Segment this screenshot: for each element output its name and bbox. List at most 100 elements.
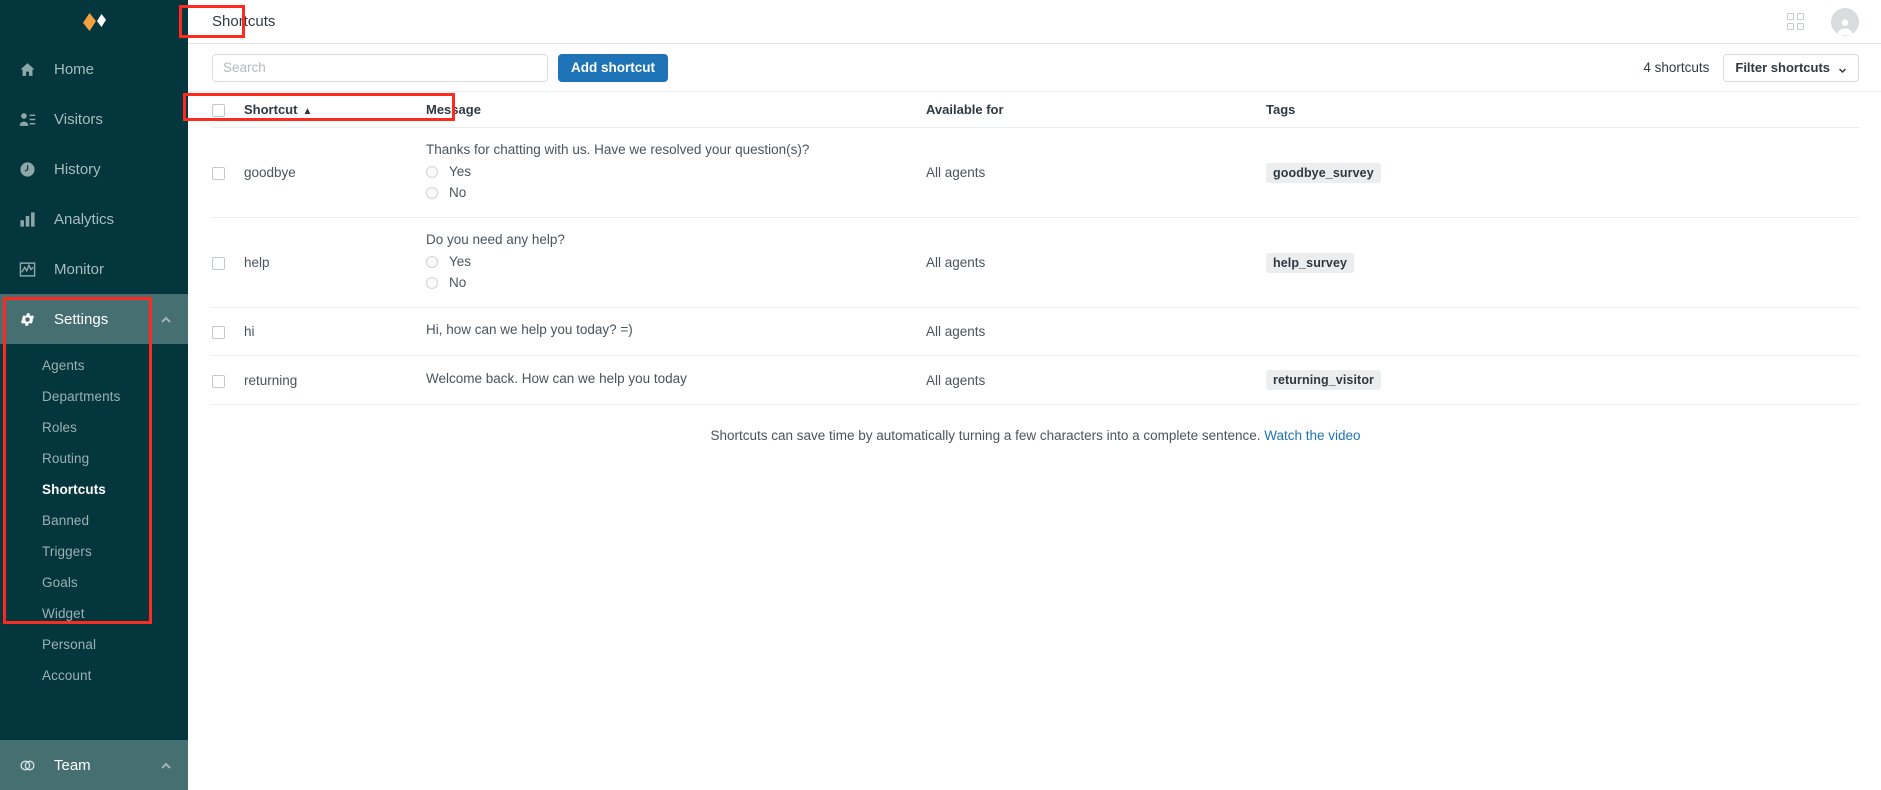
sidebar-item-team[interactable]: Team xyxy=(0,740,188,790)
radio-icon[interactable] xyxy=(426,276,438,289)
radio-icon[interactable] xyxy=(426,165,438,178)
select-all-cell xyxy=(212,92,244,129)
top-bar-actions xyxy=(1787,7,1859,36)
sub-item-label: Banned xyxy=(42,513,90,528)
sub-item-label: Roles xyxy=(42,420,78,435)
sidebar-item-goals[interactable]: Goals xyxy=(0,567,188,598)
footer-note: Shortcuts can save time by automatically… xyxy=(212,405,1859,443)
cell-shortcut: returning xyxy=(244,355,426,406)
cell-tags xyxy=(1266,307,1859,357)
row-select-cell xyxy=(212,217,244,309)
row-checkbox[interactable] xyxy=(212,374,225,388)
sidebar-item-settings[interactable]: Settings xyxy=(0,294,188,344)
row-checkbox[interactable] xyxy=(212,167,225,180)
cell-available-for: All agents xyxy=(926,307,1266,357)
avatar[interactable] xyxy=(1831,7,1859,36)
chevron-down-icon xyxy=(1838,63,1847,74)
row-select-cell xyxy=(212,307,244,357)
radio-icon[interactable] xyxy=(426,255,438,268)
grid-apps-icon[interactable] xyxy=(1787,12,1805,31)
cell-shortcut: goodbye xyxy=(244,127,426,219)
option-label: Yes xyxy=(449,164,472,180)
column-header-message[interactable]: Message xyxy=(426,92,926,129)
message-text: Welcome back. How can we help you today xyxy=(426,370,687,386)
settings-submenu: Agents Departments Roles Routing Shortcu… xyxy=(0,344,188,701)
home-icon xyxy=(16,58,38,80)
select-all-checkbox[interactable] xyxy=(212,104,225,118)
sidebar-item-widget[interactable]: Widget xyxy=(0,598,188,629)
add-shortcut-button[interactable]: Add shortcut xyxy=(558,53,668,82)
sidebar-item-history[interactable]: History xyxy=(0,144,188,194)
row-checkbox[interactable] xyxy=(212,326,225,339)
main-content: Shortcuts Add shortcut 4 shortcuts Filte… xyxy=(188,0,1881,790)
sidebar-item-account[interactable]: Account xyxy=(0,660,188,691)
sidebar-item-departments[interactable]: Departments xyxy=(0,381,188,412)
sub-item-label: Routing xyxy=(42,451,90,466)
cell-tags: help_survey xyxy=(1266,217,1859,309)
message-text: Thanks for chatting with us. Have we res… xyxy=(426,142,810,158)
footer-note-text: Shortcuts can save time by automatically… xyxy=(710,428,1261,444)
row-checkbox[interactable] xyxy=(212,257,225,270)
column-label-shortcut: Shortcut xyxy=(244,102,298,118)
search-input[interactable] xyxy=(212,53,548,82)
sidebar-bottom: Team xyxy=(0,740,188,790)
cell-message: Do you need any help? Yes No xyxy=(426,217,926,309)
message-option: Yes xyxy=(426,251,926,272)
cell-tags: returning_visitor xyxy=(1266,355,1859,406)
sidebar-item-label: Home xyxy=(54,60,95,78)
sidebar-item-triggers[interactable]: Triggers xyxy=(0,536,188,567)
top-bar: Shortcuts xyxy=(188,0,1881,44)
sidebar-item-analytics[interactable]: Analytics xyxy=(0,194,188,244)
message-option: Yes xyxy=(426,161,926,182)
team-icon xyxy=(16,754,38,776)
page-title: Shortcuts xyxy=(212,13,276,30)
tag-badge: returning_visitor xyxy=(1266,370,1382,391)
shortcut-count: 4 shortcuts xyxy=(1643,60,1710,75)
sidebar-item-label: Monitor xyxy=(54,260,105,278)
cell-available-for: All agents xyxy=(926,355,1266,406)
message-text: Do you need any help? xyxy=(426,232,565,248)
option-label: No xyxy=(449,185,467,201)
logo[interactable] xyxy=(0,0,188,44)
sidebar-item-banned[interactable]: Banned xyxy=(0,505,188,536)
table-row[interactable]: help Do you need any help? Yes No All ag… xyxy=(212,217,1859,309)
sidebar-item-routing[interactable]: Routing xyxy=(0,443,188,474)
history-icon xyxy=(16,158,38,180)
analytics-icon xyxy=(16,208,38,230)
watch-the-video-link[interactable]: Watch the video xyxy=(1264,428,1360,443)
sub-item-label: Triggers xyxy=(42,544,92,559)
sub-item-label: Account xyxy=(42,668,92,683)
cell-message: Welcome back. How can we help you today xyxy=(426,355,926,406)
sidebar-item-home[interactable]: Home xyxy=(0,44,188,94)
monitor-icon xyxy=(16,258,38,280)
sidebar-item-personal[interactable]: Personal xyxy=(0,629,188,660)
cell-available-for: All agents xyxy=(926,217,1266,309)
toolbar-right: 4 shortcuts Filter shortcuts xyxy=(1643,53,1859,82)
sidebar-item-agents[interactable]: Agents xyxy=(0,350,188,381)
radio-icon[interactable] xyxy=(426,186,438,199)
table-row[interactable]: goodbye Thanks for chatting with us. Hav… xyxy=(212,127,1859,219)
sidebar-item-label: Settings xyxy=(54,310,109,328)
cell-tags: goodbye_survey xyxy=(1266,127,1859,219)
sidebar-item-label: Team xyxy=(54,756,91,774)
column-header-tags[interactable]: Tags xyxy=(1266,92,1859,129)
toolbar: Add shortcut 4 shortcuts Filter shortcut… xyxy=(188,44,1881,92)
column-header-shortcut[interactable]: Shortcut ▲ xyxy=(244,92,426,129)
cell-shortcut: help xyxy=(244,217,426,309)
column-header-available-for[interactable]: Available for xyxy=(926,92,1266,129)
sidebar-item-shortcuts[interactable]: Shortcuts xyxy=(0,474,188,505)
sidebar-item-visitors[interactable]: Visitors xyxy=(0,94,188,144)
sidebar-item-monitor[interactable]: Monitor xyxy=(0,244,188,294)
gear-icon xyxy=(16,308,38,330)
logo-leaf-orange-icon xyxy=(83,13,96,31)
sub-item-label: Personal xyxy=(42,637,97,652)
table-row[interactable]: returning Welcome back. How can we help … xyxy=(212,355,1859,406)
table-row[interactable]: hi Hi, how can we help you today? =) All… xyxy=(212,307,1859,357)
row-select-cell xyxy=(212,355,244,406)
shortcuts-table: Shortcut ▲ Message Available for Tags goo… xyxy=(212,92,1859,406)
sub-item-label: Shortcuts xyxy=(42,482,106,497)
table-header-row: Shortcut ▲ Message Available for Tags xyxy=(212,92,1859,129)
filter-shortcuts-button[interactable]: Filter shortcuts xyxy=(1723,53,1859,82)
chevron-up-icon xyxy=(160,759,172,771)
sidebar-item-roles[interactable]: Roles xyxy=(0,412,188,443)
